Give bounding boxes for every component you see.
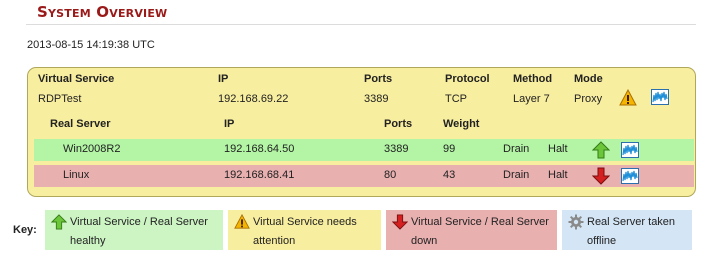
key-down-text-2: down bbox=[411, 235, 438, 247]
warning-icon[interactable] bbox=[619, 88, 637, 107]
rs-ip: 192.168.68.41 bbox=[224, 169, 295, 181]
vs-method: Layer 7 bbox=[513, 93, 550, 105]
key-attention-text-1: Virtual Service needs bbox=[253, 216, 357, 228]
page-title: System Overview bbox=[37, 3, 168, 21]
key-healthy-text-2: healthy bbox=[70, 235, 106, 247]
rs-header-name: Real Server bbox=[50, 118, 111, 130]
vs-header-ip: IP bbox=[218, 73, 229, 85]
key-offline-text-1: Real Server taken bbox=[587, 216, 676, 228]
halt-button[interactable]: Halt bbox=[548, 169, 568, 181]
green-up-arrow-icon bbox=[50, 214, 68, 230]
rs-weight[interactable]: 43 bbox=[443, 169, 455, 181]
title-divider bbox=[26, 24, 696, 25]
key-offline-text-2: offline bbox=[587, 235, 617, 247]
vs-ip: 192.168.69.22 bbox=[218, 93, 289, 105]
halt-button[interactable]: Halt bbox=[548, 143, 568, 155]
key-down-text-1: Virtual Service / Real Server bbox=[411, 216, 549, 228]
drain-button[interactable]: Drain bbox=[503, 169, 529, 181]
key-attention: Virtual Service needs attention bbox=[228, 210, 381, 250]
rs-ip: 192.168.64.50 bbox=[224, 143, 295, 155]
vs-header-method: Method bbox=[513, 73, 553, 85]
key-label: Key: bbox=[13, 224, 37, 236]
red-down-arrow-icon[interactable] bbox=[591, 167, 611, 185]
rs-name[interactable]: Win2008R2 bbox=[63, 143, 120, 155]
vs-header-ports: Ports bbox=[364, 73, 393, 85]
rs-header-weight: Weight bbox=[443, 118, 480, 130]
vs-header-mode: Mode bbox=[574, 73, 603, 85]
rs-weight[interactable]: 99 bbox=[443, 143, 455, 155]
rs-header-ip: IP bbox=[224, 118, 235, 130]
key-offline: Real Server taken offline bbox=[562, 210, 692, 250]
key-healthy-text-1: Virtual Service / Real Server bbox=[70, 216, 208, 228]
rs-name[interactable]: Linux bbox=[63, 169, 89, 181]
key-attention-text-2: attention bbox=[253, 235, 296, 247]
virtual-service-panel: Virtual Service IP Ports Protocol Method… bbox=[27, 67, 696, 197]
statistics-graph-icon[interactable] bbox=[651, 89, 669, 105]
real-server-row: Win2008R2 192.168.64.50 3389 99 Drain Ha… bbox=[34, 139, 694, 161]
statistics-graph-icon[interactable] bbox=[621, 168, 639, 184]
rs-ports: 3389 bbox=[384, 143, 409, 155]
vs-protocol: TCP bbox=[445, 93, 467, 105]
key-healthy: Virtual Service / Real Server healthy bbox=[45, 210, 223, 250]
statistics-graph-icon[interactable] bbox=[621, 142, 639, 158]
green-up-arrow-icon[interactable] bbox=[591, 141, 611, 159]
vs-mode: Proxy bbox=[574, 93, 603, 105]
vs-name[interactable]: RDPTest bbox=[38, 93, 81, 105]
drain-button[interactable]: Drain bbox=[503, 143, 529, 155]
vs-header-name: Virtual Service bbox=[38, 73, 115, 85]
gear-icon bbox=[568, 214, 584, 230]
real-server-row: Linux 192.168.68.41 80 43 Drain Halt bbox=[34, 165, 694, 187]
timestamp: 2013-08-15 14:19:38 UTC bbox=[27, 39, 155, 51]
warning-icon bbox=[234, 213, 250, 230]
vs-ports: 3389 bbox=[364, 93, 389, 105]
rs-ports: 80 bbox=[384, 169, 397, 181]
vs-header-protocol: Protocol bbox=[445, 73, 490, 85]
red-down-arrow-icon bbox=[391, 214, 409, 230]
rs-header-ports: Ports bbox=[384, 118, 413, 130]
key-down: Virtual Service / Real Server down bbox=[386, 210, 557, 250]
